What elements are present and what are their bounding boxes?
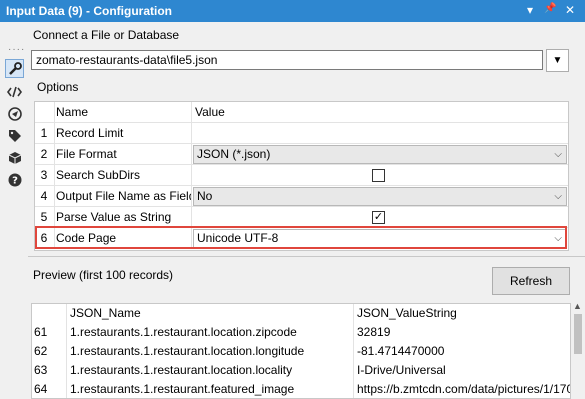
cube-icon[interactable] — [5, 148, 24, 167]
scroll-up-icon[interactable]: ▲ — [573, 301, 582, 311]
left-toolbar: ···· ? — [0, 22, 28, 399]
scroll-thumb[interactable] — [574, 314, 582, 354]
window-title: Input Data (9) - Configuration — [6, 4, 172, 18]
connect-label: Connect a File or Database — [33, 28, 180, 42]
splitter[interactable] — [28, 256, 585, 257]
preview-scrollbar[interactable]: ▲ — [571, 299, 585, 399]
chevron-down-icon: ⌵ — [554, 233, 562, 244]
option-row-code-page[interactable]: 6 Code Page Unicode UTF-8 ⌵ — [35, 228, 568, 249]
option-row-output-file-name[interactable]: 4 Output File Name as Field No ⌵ — [35, 186, 568, 207]
search-subdirs-checkbox[interactable] — [372, 169, 385, 182]
option-row-record-limit[interactable]: 1 Record Limit — [35, 123, 568, 144]
grip-dots: ···· — [8, 44, 26, 55]
pin-icon[interactable]: 📌 — [544, 3, 556, 14]
svg-text:?: ? — [12, 175, 18, 186]
options-label: Options — [37, 80, 79, 94]
header-value: Value — [191, 102, 568, 123]
tag-icon[interactable] — [5, 126, 24, 145]
file-dropdown-button[interactable]: ▼ — [546, 49, 569, 72]
wrench-icon[interactable] — [5, 59, 24, 78]
file-format-select[interactable]: JSON (*.json) ⌵ — [193, 145, 567, 164]
output-file-name-select[interactable]: No ⌵ — [193, 187, 567, 206]
code-page-select[interactable]: Unicode UTF-8 ⌵ — [193, 229, 567, 248]
table-row[interactable]: 63 1.restaurants.1.restaurant.location.l… — [32, 361, 570, 380]
checkmark-icon: ✓ — [373, 211, 384, 223]
header-name: Name — [54, 102, 191, 123]
preview-header: JSON_Name JSON_ValueString — [32, 304, 570, 323]
preview-table: JSON_Name JSON_ValueString 61 1.restaura… — [31, 303, 571, 399]
parse-value-checkbox[interactable]: ✓ — [372, 211, 385, 224]
chevron-down-icon: ⌵ — [554, 149, 562, 160]
option-row-parse-value[interactable]: 5 Parse Value as String ✓ — [35, 207, 568, 228]
chevron-down-icon: ⌵ — [554, 191, 562, 202]
record-limit-input[interactable] — [191, 123, 568, 144]
grid-header: Name Value — [35, 102, 568, 123]
help-icon[interactable]: ? — [5, 170, 24, 189]
file-path-input[interactable]: zomato-restaurants-data\file5.json — [31, 50, 543, 70]
chevron-down-icon: ▼ — [552, 55, 563, 66]
option-row-file-format[interactable]: 2 File Format JSON (*.json) ⌵ — [35, 144, 568, 165]
table-row[interactable]: 61 1.restaurants.1.restaurant.location.z… — [32, 323, 570, 342]
table-row[interactable]: 64 1.restaurants.1.restaurant.featured_i… — [32, 380, 570, 398]
navigation-icon[interactable] — [5, 104, 24, 123]
chevron-down-icon[interactable]: ▾ — [527, 3, 533, 17]
close-icon[interactable]: ✕ — [565, 3, 575, 17]
options-grid: Name Value 1 Record Limit 2 File Format … — [34, 101, 569, 251]
table-row[interactable]: 62 1.restaurants.1.restaurant.location.l… — [32, 342, 570, 361]
header-json-name: JSON_Name — [70, 306, 141, 320]
option-row-search-subdirs[interactable]: 3 Search SubDirs — [35, 165, 568, 186]
refresh-button[interactable]: Refresh — [492, 267, 570, 295]
preview-label: Preview (first 100 records) — [33, 268, 174, 282]
header-json-value: JSON_ValueString — [357, 306, 457, 320]
title-bar: Input Data (9) - Configuration ▾ 📌 ✕ — [0, 0, 585, 22]
code-icon[interactable] — [5, 82, 24, 101]
